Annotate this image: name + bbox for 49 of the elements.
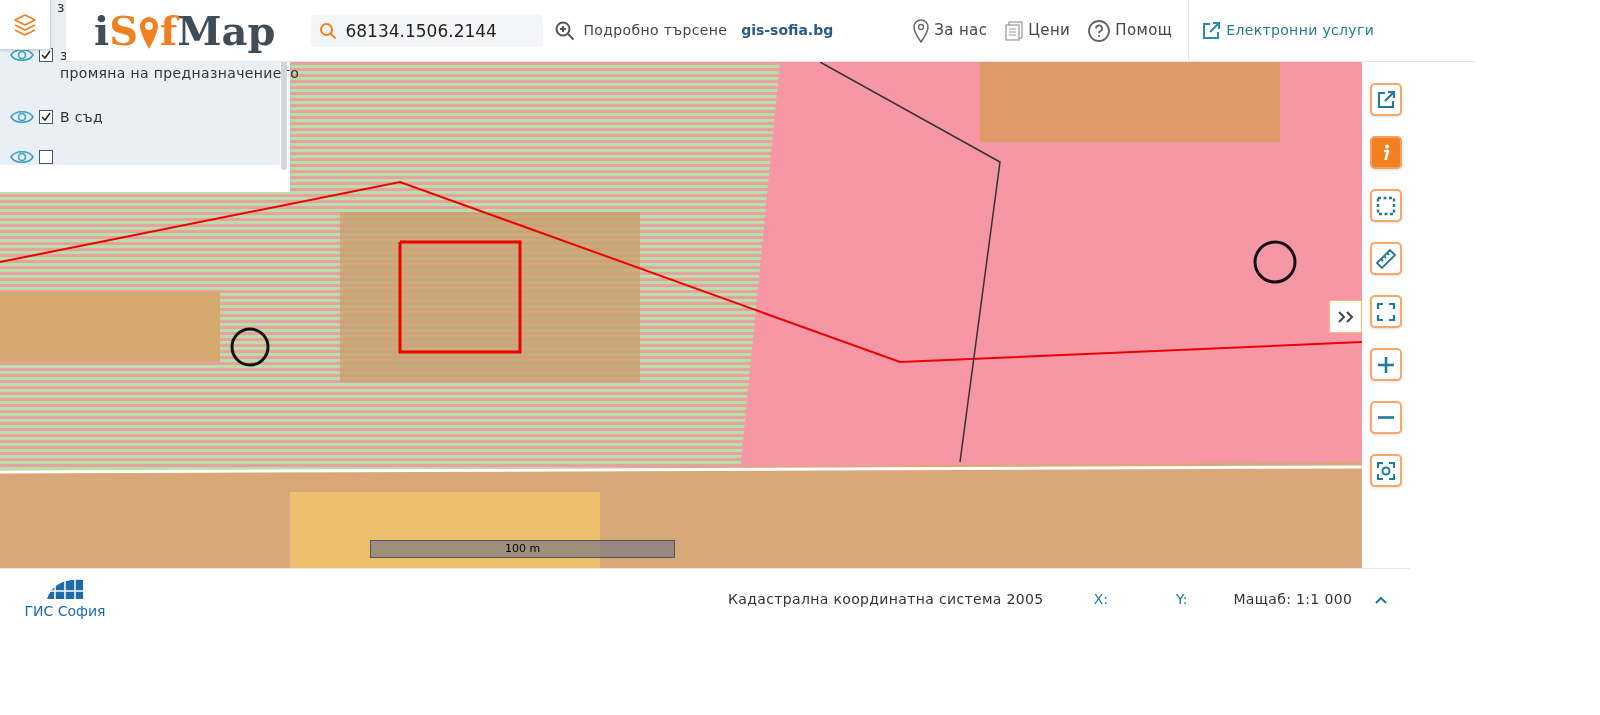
y-coordinate-label: Y: [1175,590,1188,609]
double-chevron-icon [1336,309,1355,324]
layer-label: з [57,0,65,17]
scale-bar: 100 m [370,540,675,558]
nav-link[interactable]: Цени [1005,19,1071,42]
map-tool-button[interactable] [1370,295,1402,328]
advanced-search-link[interactable]: Подробно търсене [555,20,728,41]
locate-icon [1375,459,1397,482]
isofmap-logo[interactable]: iS fMap [94,10,276,51]
map-tool-button[interactable] [1370,401,1402,434]
external-link-icon [1201,20,1222,41]
globe-icon [45,577,85,601]
coordinate-system-label: Кадастрална координатна система 2005 [728,590,1044,609]
eye-icon[interactable] [10,150,34,164]
caret-up-icon[interactable] [1374,594,1389,605]
selection-icon [1375,194,1397,217]
nav-link[interactable]: За нас [913,18,988,43]
nav-link[interactable]: Помощ [1088,19,1173,42]
electronic-services-link[interactable]: Електронни услуги [1201,20,1375,41]
map-scale-label: Мащаб: 1:1 000 [1233,590,1353,609]
gis-sofia-label: ГИС София [24,602,106,621]
price-list-icon [1005,20,1024,41]
map-tool-button[interactable] [1370,189,1402,222]
site-link[interactable]: gis-sofia.bg [741,20,834,41]
minus-icon [1378,416,1394,419]
map-tool-button[interactable] [1370,454,1402,487]
map-pin-icon [913,18,930,43]
search-field[interactable]: 68134.1506.2144 [311,14,544,47]
search-icon [319,21,338,40]
eye-icon[interactable] [10,48,34,62]
x-coordinate-label: X: [1093,590,1108,609]
map-tool-button[interactable] [1370,83,1402,116]
layer-label: В съд [60,108,104,126]
map-tool-button[interactable] [1370,242,1402,275]
map-tool-button[interactable] [1370,348,1402,381]
help-icon [1088,19,1111,42]
map-pin-icon [138,14,161,51]
layer-label: промяна на предназначението [60,64,300,82]
fullscreen-icon [1375,300,1397,323]
layers-icon [12,11,38,38]
eye-icon[interactable] [10,110,34,124]
external-link-icon [1375,88,1397,111]
layer-checkbox[interactable] [39,150,53,164]
zoom-search-icon [555,20,576,41]
ruler-icon [1375,247,1397,270]
info-icon [1382,144,1390,161]
layer-checkbox[interactable] [39,110,53,124]
expand-panel-button[interactable] [1329,300,1362,333]
map-tool-button[interactable] [1370,136,1402,169]
